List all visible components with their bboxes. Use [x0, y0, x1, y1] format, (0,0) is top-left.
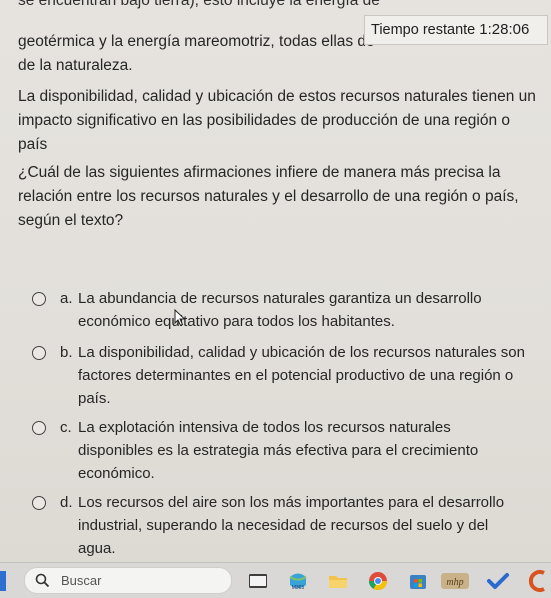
- radio-button-a[interactable]: [32, 292, 46, 306]
- taskbar-search-box[interactable]: Buscar: [24, 567, 232, 594]
- chrome-icon[interactable]: [366, 569, 390, 593]
- folder-icon[interactable]: [326, 569, 350, 593]
- search-icon: [35, 573, 50, 588]
- timer-label: Tiempo restante: [371, 22, 476, 38]
- m365-icon[interactable]: M365: [286, 569, 310, 593]
- passage-paragraph-2: La disponibilidad, calidad y ubicación d…: [18, 88, 536, 153]
- mhp-label: mhp: [446, 577, 463, 588]
- taskbar: Buscar M365 mhp: [0, 562, 551, 598]
- widgets-edge-icon[interactable]: [0, 571, 6, 591]
- passage-line-1: geotérmica y la energía mareomotriz, tod…: [18, 33, 375, 50]
- option-letter-d: d.: [60, 494, 73, 511]
- app-icon[interactable]: [526, 569, 550, 593]
- mhp-icon[interactable]: mhp: [440, 569, 470, 593]
- radio-button-b[interactable]: [32, 346, 46, 360]
- check-icon[interactable]: [486, 569, 510, 593]
- passage-line-1-end: de la naturaleza.: [18, 57, 133, 74]
- radio-button-c[interactable]: [32, 421, 46, 435]
- option-text-d[interactable]: Los recursos del aire son los más import…: [78, 491, 528, 560]
- quiz-content: se encuentran bajo tierra), esto incluye…: [0, 0, 551, 562]
- option-letter-b: b.: [60, 344, 73, 361]
- timer-value: 1:28:06: [479, 21, 530, 38]
- option-text-b[interactable]: La disponibilidad, calidad y ubicación d…: [78, 341, 528, 410]
- store-icon[interactable]: [406, 569, 430, 593]
- option-letter-a: a.: [60, 290, 73, 307]
- time-remaining-box: Tiempo restante 1:28:06: [364, 15, 548, 45]
- option-text-c[interactable]: La explotación intensiva de todos los re…: [78, 416, 528, 485]
- question-text: ¿Cuál de las siguientes afirmaciones inf…: [18, 164, 519, 229]
- radio-button-d[interactable]: [32, 496, 46, 510]
- file-explorer-icon[interactable]: [246, 569, 270, 593]
- option-letter-c: c.: [60, 419, 72, 436]
- search-placeholder: Buscar: [61, 573, 102, 588]
- option-text-a[interactable]: La abundancia de recursos naturales gara…: [78, 287, 528, 333]
- passage-cut-line: se encuentran bajo tierra), esto incluye…: [18, 0, 380, 9]
- mouse-cursor-icon: [174, 309, 186, 327]
- m365-label: M365: [292, 585, 305, 591]
